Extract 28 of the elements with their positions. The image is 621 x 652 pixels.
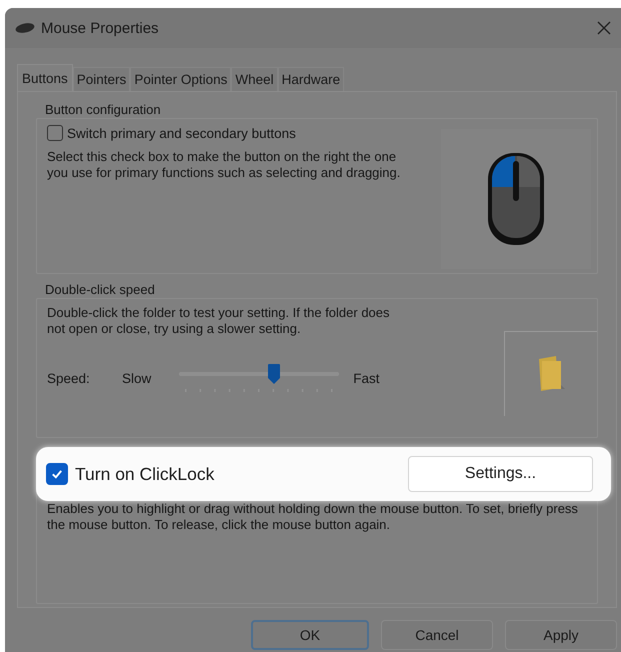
checkbox-label: Switch primary and secondary buttons [67, 126, 296, 140]
folder-icon[interactable] [536, 355, 566, 393]
tab[interactable]: Buttons [17, 64, 73, 91]
tab[interactable]: Hardware [278, 67, 344, 91]
checkbox-label: Turn on ClickLock [75, 464, 216, 484]
test-area[interactable] [504, 331, 597, 416]
group-title: Double-click speed [45, 282, 156, 297]
settings-button[interactable]: Settings... [408, 456, 593, 492]
fast-label: Fast [353, 370, 380, 386]
slow-label: Slow [122, 370, 152, 386]
checkbox[interactable] [47, 125, 63, 141]
tab[interactable]: Pointers [72, 67, 130, 91]
close-icon[interactable] [597, 21, 611, 35]
dialog-button[interactable]: Cancel [381, 620, 493, 650]
window-title: Mouse Properties [41, 20, 160, 36]
speed-slider[interactable] [179, 363, 340, 393]
dialog-button[interactable]: OK [251, 620, 369, 650]
checkbox[interactable] [46, 463, 68, 485]
description: Select this check box to make the button on the right the one you use for primary functions such as selecting and dragging. [47, 149, 402, 181]
group-title: Button configuration [45, 102, 162, 117]
description: Double-click the folder to test your setting. If the folder does not open or close, try using a slower setting. [47, 305, 391, 337]
slider-thumb[interactable] [268, 364, 280, 384]
dialog-button[interactable]: Apply [505, 620, 617, 650]
mouse-icon [15, 23, 35, 33]
tab[interactable]: Pointer Options [130, 67, 232, 91]
tab[interactable]: Wheel [231, 67, 278, 91]
description: Enables you to highlight or drag without holding down the mouse button. To set, briefly press the mouse button. To release, click the mouse button again. [47, 501, 578, 532]
speed-label: Speed: [47, 370, 91, 386]
